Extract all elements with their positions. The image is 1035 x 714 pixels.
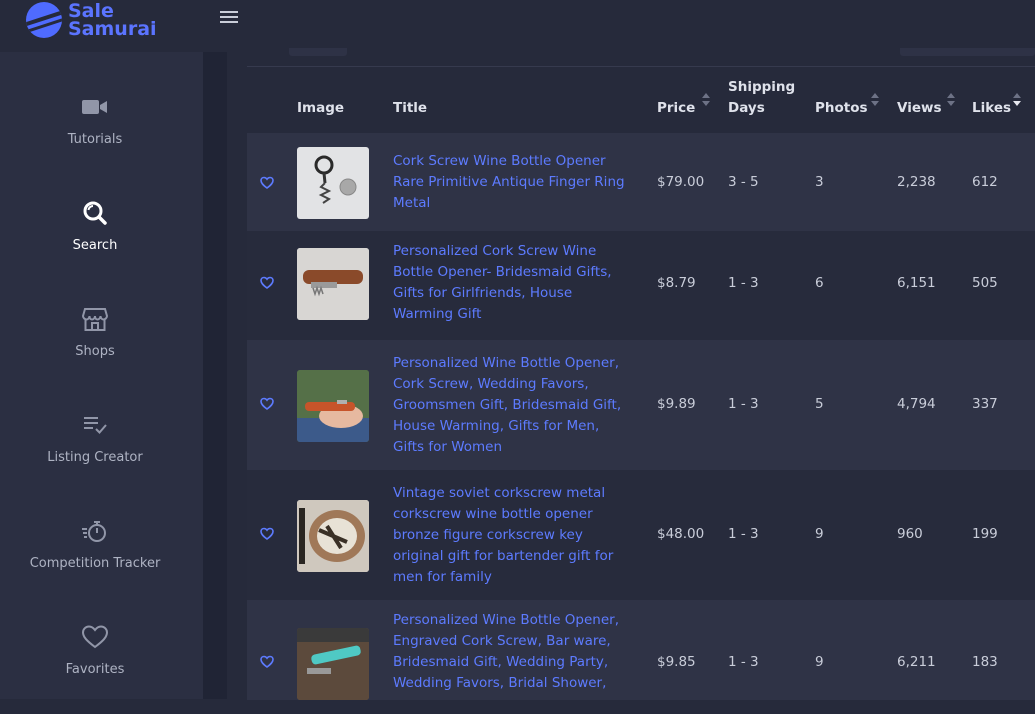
logo-mark-icon [26,2,62,38]
table-row: Vintage soviet corkscrew metal corkscrew… [247,470,1035,600]
favorite-heart-icon[interactable] [260,397,274,411]
table-row: Personalized Wine Bottle Opener, Engrave… [247,600,1035,700]
favorite-heart-icon[interactable] [260,276,274,290]
pagination-control[interactable] [289,48,347,56]
listing-title-link[interactable]: Vintage soviet corkscrew metal corkscrew… [393,483,631,588]
logo[interactable]: Sale Samurai [26,0,157,40]
likes-cell: 183 [972,654,998,670]
likes-cell: 612 [972,174,998,190]
likes-cell: 505 [972,275,998,291]
table-header: Image Title Price Shipping Days Photos V… [247,67,1035,133]
store-icon [80,304,110,334]
product-thumbnail[interactable] [297,370,369,442]
table-row: Personalized Wine Bottle Opener, Cork Sc… [247,340,1035,470]
header-shipping-line1: Shipping [728,79,796,95]
header-shipping-line2: Days [728,100,765,116]
hamburger-menu-icon[interactable] [220,8,238,26]
listing-title-link[interactable]: Cork Screw Wine Bottle Opener Rare Primi… [393,151,631,214]
sidebar-item-search[interactable]: Search [0,184,190,290]
table-row: Cork Screw Wine Bottle Opener Rare Primi… [247,133,1035,231]
heart-icon [80,622,110,652]
photos-cell: 9 [815,654,824,670]
shipping-cell: 1 - 3 [728,396,759,412]
logo-line-2: Samurai [68,18,157,40]
listing-title-link[interactable]: Personalized Wine Bottle Opener, Engrave… [393,610,631,694]
product-thumbnail[interactable] [297,147,369,219]
sidebar-item-label: Tutorials [67,132,123,147]
product-thumbnail[interactable] [297,248,369,320]
sidebar-nav: Tutorials Search Shops Listing Creator C… [0,78,190,714]
stopwatch-icon [80,516,110,546]
shipping-cell: 1 - 3 [728,526,759,542]
likes-cell: 337 [972,396,998,412]
sidebar-item-label: Search [72,238,118,253]
list-check-icon [80,410,110,440]
sort-icon[interactable] [947,93,955,107]
shipping-cell: 1 - 3 [728,654,759,670]
sidebar-item-label: Listing Creator [47,450,143,465]
price-cell: $8.79 [657,275,696,291]
sidebar-item-label: Favorites [65,662,125,677]
header-image: Image [297,100,345,116]
views-cell: 6,211 [897,654,936,670]
views-cell: 960 [897,526,923,542]
price-cell: $9.85 [657,654,696,670]
table-row: Personalized Cork Screw Wine Bottle Open… [247,231,1035,340]
header-shipping-days[interactable]: Shipping Days [728,67,795,133]
photos-cell: 9 [815,526,824,542]
price-cell: $48.00 [657,526,705,542]
likes-cell: 199 [972,526,998,542]
header-photos[interactable]: Photos [815,67,868,133]
sidebar-item-label: Shops [75,344,115,359]
views-cell: 2,238 [897,174,936,190]
shipping-cell: 1 - 3 [728,275,759,291]
views-cell: 4,794 [897,396,936,412]
video-camera-icon [80,92,110,122]
listing-title-link[interactable]: Personalized Cork Screw Wine Bottle Open… [393,241,631,325]
sidebar-item-shops[interactable]: Shops [0,290,190,396]
price-cell: $79.00 [657,174,705,190]
photos-cell: 5 [815,396,824,412]
sort-icon[interactable] [702,93,710,107]
sidebar-item-tutorials[interactable]: Tutorials [0,78,190,184]
sidebar-item-favorites[interactable]: Favorites [0,608,190,714]
logo-text: Sale Samurai [68,2,157,40]
price-cell: $9.89 [657,396,696,412]
favorite-heart-icon[interactable] [260,176,274,190]
photos-cell: 6 [815,275,824,291]
product-thumbnail[interactable] [297,500,369,572]
sort-desc-icon[interactable] [1013,93,1021,107]
header-title: Title [393,100,428,116]
shipping-cell: 3 - 5 [728,174,759,190]
search-icon [80,198,110,228]
listing-title-link[interactable]: Personalized Wine Bottle Opener, Cork Sc… [393,353,631,458]
views-cell: 6,151 [897,275,936,291]
sidebar-item-listing-creator[interactable]: Listing Creator [0,396,190,502]
filter-control[interactable] [900,48,1035,56]
header-price[interactable]: Price [657,67,695,133]
sidebar-item-competition-tracker[interactable]: Competition Tracker [0,502,190,608]
photos-cell: 3 [815,174,824,190]
sort-icon[interactable] [871,93,879,107]
sidebar-item-label: Competition Tracker [29,556,161,571]
header-views[interactable]: Views [897,67,942,133]
favorite-heart-icon[interactable] [260,655,274,669]
product-thumbnail[interactable] [297,628,369,700]
sidebar-edge [203,52,227,699]
favorite-heart-icon[interactable] [260,527,274,541]
table-body: Cork Screw Wine Bottle Opener Rare Primi… [247,133,1035,700]
results-panel: Image Title Price Shipping Days Photos V… [247,0,1035,700]
header-likes[interactable]: Likes [972,67,1011,133]
